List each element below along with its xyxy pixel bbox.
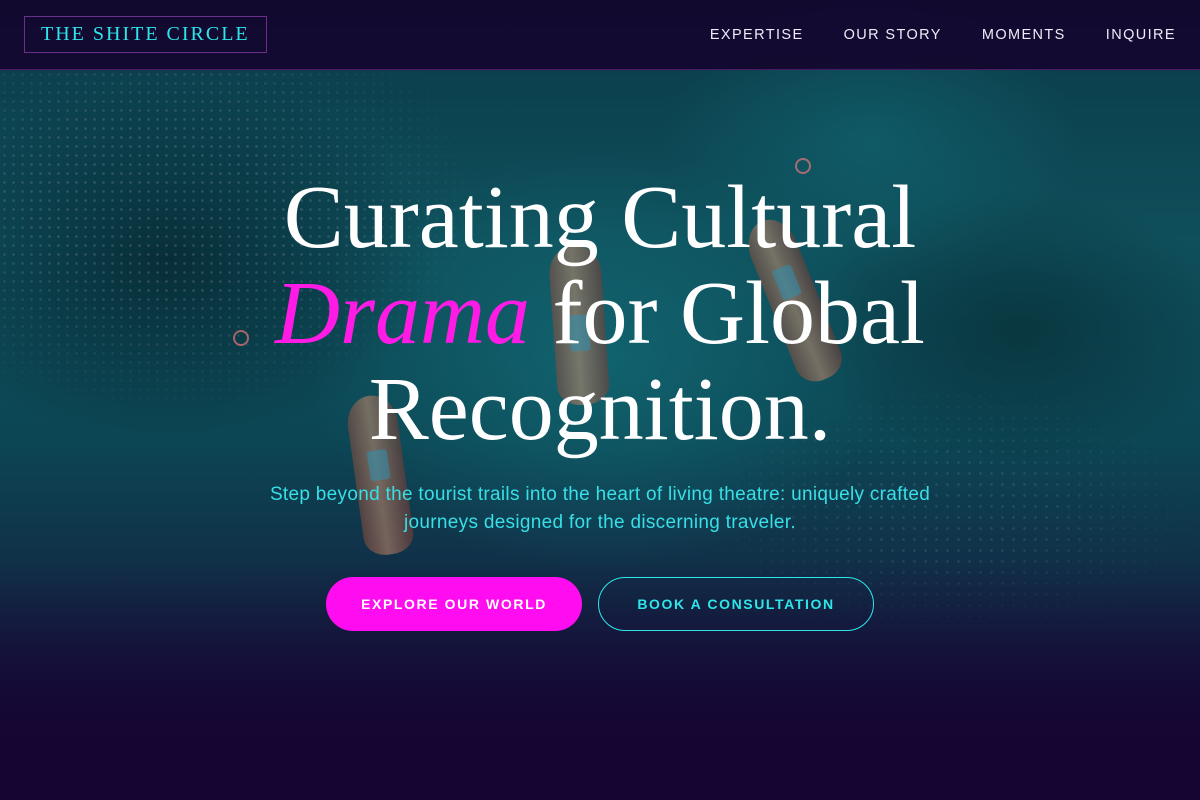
nav-link-moments[interactable]: MOMENTS	[982, 27, 1066, 43]
explore-our-world-button[interactable]: EXPLORE OUR WORLD	[326, 577, 582, 631]
headline-accent-word: Drama	[275, 264, 531, 363]
hero-cta-group: EXPLORE OUR WORLD BOOK A CONSULTATION	[0, 577, 1200, 631]
brand-logo[interactable]: THE SHITE CIRCLE	[24, 16, 267, 53]
hero-subtitle: Step beyond the tourist trails into the …	[269, 484, 931, 533]
nav-link-our-story[interactable]: OUR STORY	[844, 27, 942, 43]
hero-headline: Curating Cultural Drama for Global Recog…	[0, 170, 1200, 458]
main-nav: EXPERTISE OUR STORY MOMENTS INQUIRE	[710, 0, 1176, 70]
nav-link-expertise[interactable]: EXPERTISE	[710, 27, 804, 43]
nav-link-inquire[interactable]: INQUIRE	[1106, 27, 1176, 43]
headline-line-1: Curating Cultural	[283, 168, 917, 267]
headline-line-3: Recognition.	[368, 360, 832, 459]
book-consultation-button[interactable]: BOOK A CONSULTATION	[598, 577, 874, 631]
top-navbar: THE SHITE CIRCLE EXPERTISE OUR STORY MOM…	[0, 0, 1200, 70]
headline-line-2-rest: for Global	[530, 264, 925, 363]
